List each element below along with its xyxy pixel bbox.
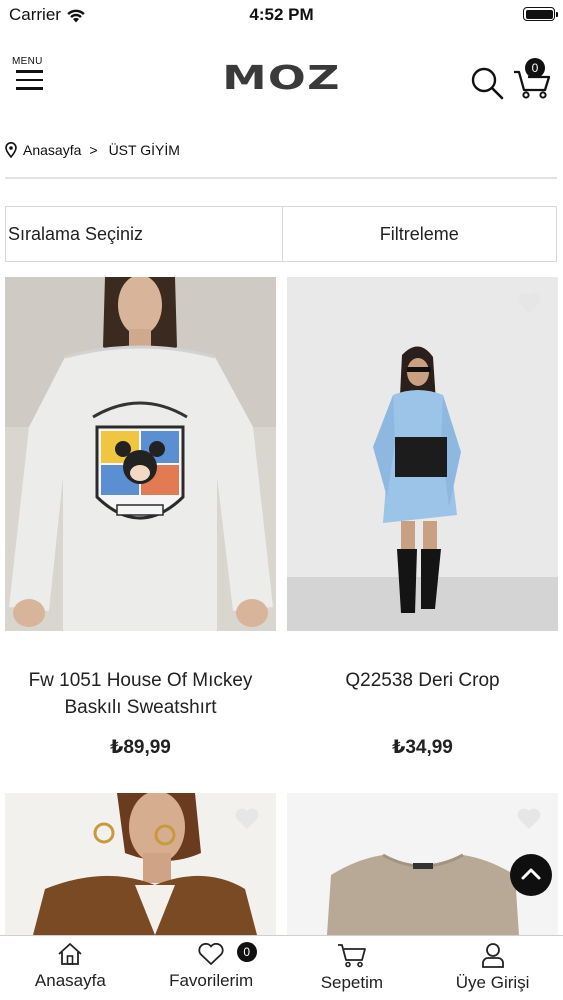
cart-icon (337, 944, 366, 968)
nav-cart[interactable]: Sepetim (282, 936, 423, 1000)
product-name[interactable]: Q22538 Deri Crop (287, 667, 558, 694)
scroll-to-top-button[interactable] (510, 854, 552, 896)
search-icon (471, 67, 504, 100)
favorites-count-badge: 0 (236, 942, 257, 962)
breadcrumb-separator: > (89, 142, 98, 158)
divider (5, 177, 557, 179)
heart-icon (235, 808, 259, 829)
sort-button[interactable]: Sıralama Seçiniz (6, 207, 283, 261)
clock: 4:52 PM (249, 5, 314, 24)
product-price: ₺34,99 (392, 737, 453, 758)
battery-icon (523, 7, 558, 21)
status-bar: Carrier 4:52 PM (0, 0, 563, 30)
filter-button[interactable]: Filtreleme (283, 207, 557, 261)
nav-favorites[interactable]: 0 Favorilerim (141, 936, 282, 1000)
favorite-button[interactable] (516, 807, 542, 831)
breadcrumb: Anasayfa > ÜST GİYİM (5, 140, 180, 160)
model-photo[interactable] (287, 277, 558, 631)
product-name[interactable]: Fw 1051 House Of Mıckey Baskılı Sweatshı… (5, 667, 276, 721)
nav-login[interactable]: Üye Girişi (422, 936, 563, 1000)
cart-button[interactable]: 0 (512, 58, 552, 100)
chevron-up-icon (521, 868, 541, 880)
heart-icon (198, 942, 224, 965)
bottom-navigation: Anasayfa 0 Favorilerim Sepetim Üye Giriş… (0, 935, 563, 1000)
nav-home[interactable]: Anasayfa (0, 936, 141, 1000)
heart-icon (517, 292, 541, 313)
app-header: MENU MOZ 0 (0, 40, 563, 120)
favorite-button[interactable] (516, 291, 542, 315)
nav-cart-label: Sepetim (320, 973, 384, 992)
jacket-photo[interactable] (5, 793, 276, 935)
nav-home-label: Anasayfa (34, 971, 106, 990)
sort-filter-bar: Sıralama Seçiniz Filtreleme (5, 206, 557, 262)
home-icon (58, 943, 82, 965)
location-pin-icon (5, 142, 17, 158)
search-button[interactable] (470, 66, 504, 100)
breadcrumb-home[interactable]: Anasayfa (23, 142, 81, 158)
user-icon (481, 943, 504, 968)
heart-icon (517, 808, 541, 829)
product-price: ₺89,99 (110, 737, 171, 758)
breadcrumb-current: ÜST GİYİM (108, 142, 180, 158)
nav-login-label: Üye Girişi (455, 973, 530, 992)
nav-favorites-label: Favorilerim (169, 971, 254, 990)
sweatshirt-photo[interactable] (5, 277, 276, 631)
cart-count-badge: 0 (525, 58, 545, 78)
favorite-button[interactable] (234, 807, 260, 831)
